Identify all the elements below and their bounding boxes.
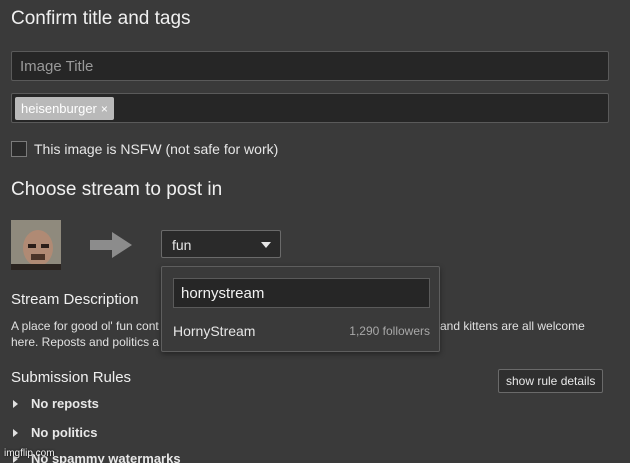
tag-remove-icon[interactable]: × bbox=[101, 102, 108, 116]
title-field[interactable] bbox=[11, 51, 609, 81]
rule-label: No reposts bbox=[31, 396, 99, 411]
arrow-right-icon bbox=[90, 232, 132, 263]
watermark: imgflip.com bbox=[4, 448, 55, 459]
stream-select-value: fun bbox=[172, 237, 192, 253]
dropdown-option[interactable]: HornyStream 1,290 followers bbox=[162, 317, 439, 345]
nsfw-label: This image is NSFW (not safe for work) bbox=[34, 141, 279, 157]
page-title: Confirm title and tags bbox=[11, 8, 191, 29]
option-stream-name: HornyStream bbox=[173, 323, 256, 339]
description-line1-right: and kittens are all welcome bbox=[440, 319, 585, 333]
stream-description-title: Stream Description bbox=[11, 291, 139, 308]
tag-label: heisenburger bbox=[21, 101, 97, 116]
tags-field[interactable]: heisenburger × bbox=[11, 93, 609, 123]
stream-search-input[interactable] bbox=[174, 279, 429, 307]
image-title-input[interactable] bbox=[12, 52, 608, 80]
chevron-down-icon bbox=[261, 242, 271, 248]
stream-select[interactable]: fun bbox=[161, 230, 281, 258]
rule-label: No politics bbox=[31, 425, 98, 440]
show-rule-details-button[interactable]: show rule details bbox=[498, 369, 604, 393]
caret-right-icon bbox=[13, 400, 18, 408]
description-line1-left: A place for good ol' fun cont bbox=[11, 319, 159, 333]
caret-right-icon bbox=[13, 429, 18, 437]
rule-item[interactable]: No politics bbox=[11, 424, 211, 442]
stream-avatar bbox=[11, 220, 61, 270]
rule-item[interactable]: No reposts bbox=[11, 395, 211, 413]
stream-dropdown: HornyStream 1,290 followers bbox=[161, 266, 440, 352]
stream-section-title: Choose stream to post in bbox=[11, 179, 223, 200]
nsfw-checkbox[interactable] bbox=[11, 141, 27, 157]
tag-chip: heisenburger × bbox=[15, 97, 114, 120]
option-followers: 1,290 followers bbox=[349, 324, 430, 338]
rules-title: Submission Rules bbox=[11, 369, 132, 386]
stream-search-field[interactable] bbox=[173, 278, 430, 308]
description-line2: here. Reposts and politics a bbox=[11, 335, 160, 349]
